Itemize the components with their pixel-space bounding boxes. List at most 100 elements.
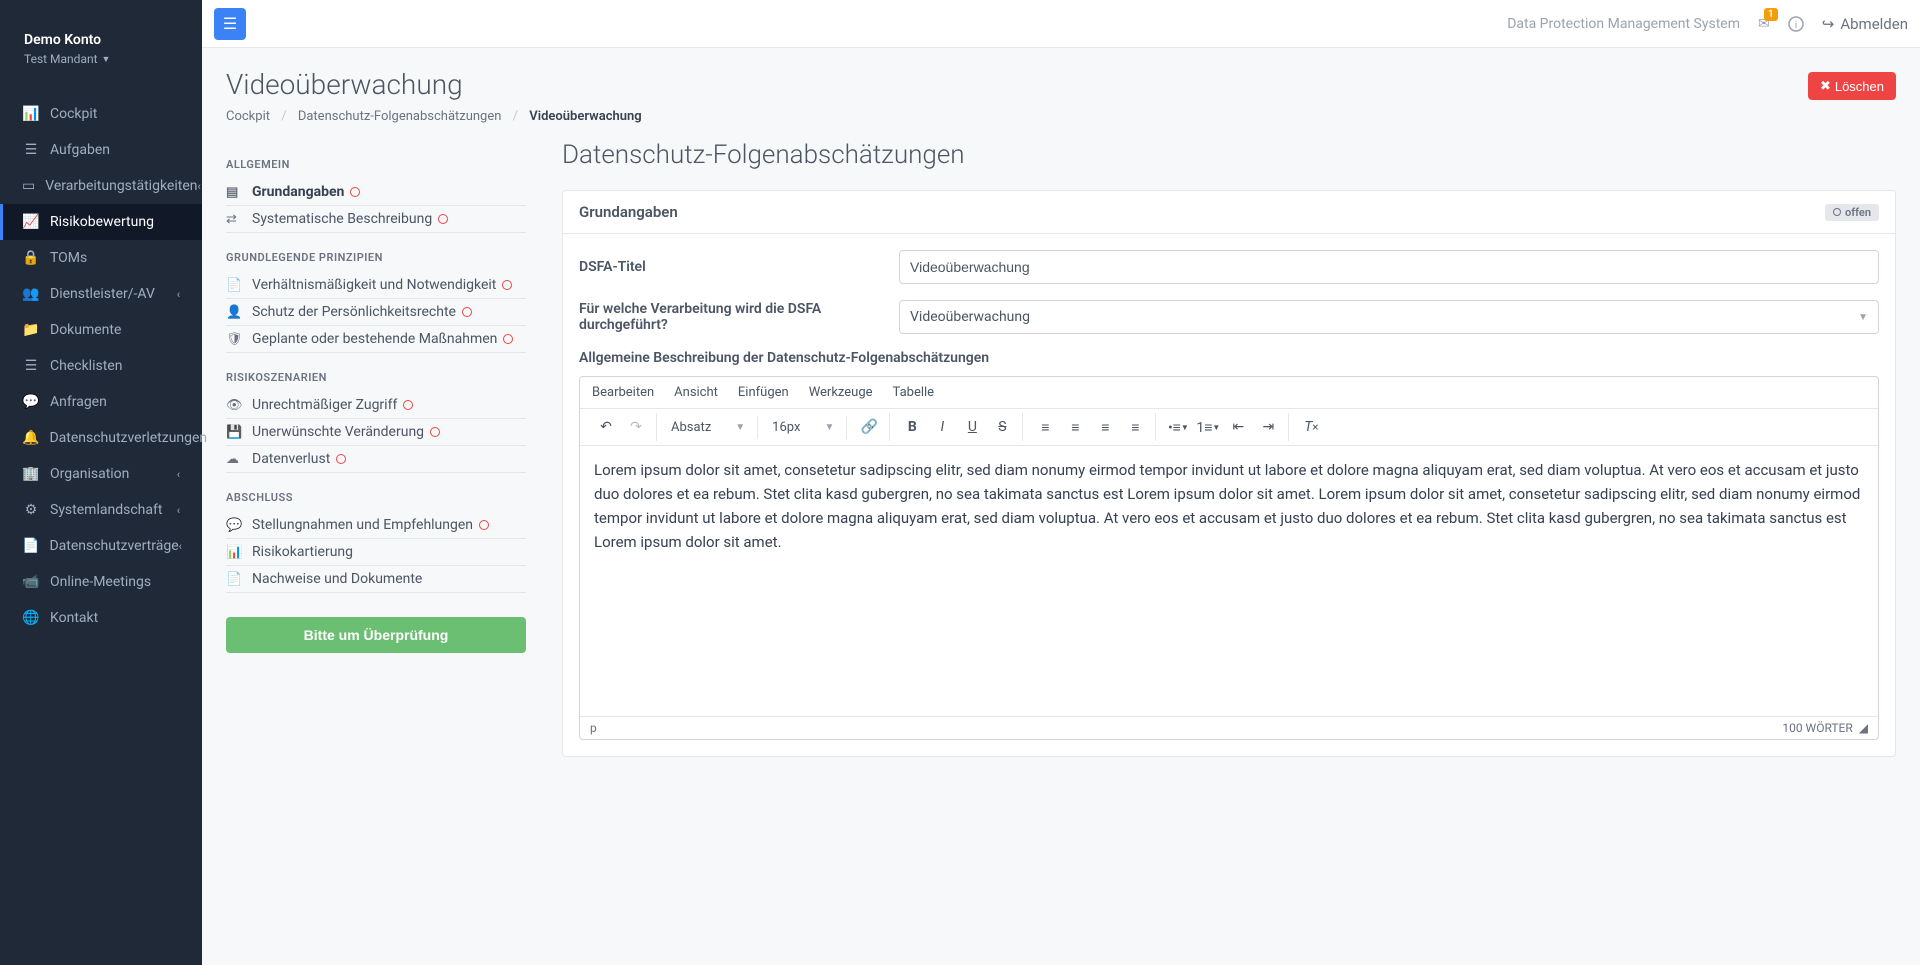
section-label: Systematische Beschreibung [252, 211, 432, 227]
link-button[interactable]: 🔗 [855, 413, 883, 441]
eye-icon: 👁 [226, 398, 244, 413]
chevron-left-icon: ‹ [177, 288, 180, 301]
section-item-unerwuenscht[interactable]: 💾Unerwünschte Veränderung [226, 419, 526, 446]
nav-toms[interactable]: 🔒TOMs [0, 240, 202, 276]
menu-ansicht[interactable]: Ansicht [674, 385, 718, 400]
menu-tabelle[interactable]: Tabelle [893, 385, 935, 400]
delete-button[interactable]: ✖ Löschen [1808, 72, 1896, 100]
align-center-button[interactable]: ≡ [1061, 413, 1089, 441]
nav-label: Cockpit [50, 106, 97, 122]
breadcrumb: Cockpit / Datenschutz-Folgenabschätzunge… [226, 109, 642, 124]
nav-aufgaben[interactable]: ☰ Aufgaben [0, 132, 202, 168]
nav-kontakt[interactable]: 🌐Kontakt [0, 600, 202, 636]
dsfa-title-input[interactable] [899, 250, 1879, 284]
nav-dokumente[interactable]: 📁Dokumente [0, 312, 202, 348]
request-review-button[interactable]: Bitte um Überprüfung [226, 617, 526, 653]
section-label: Risikokartierung [252, 544, 353, 560]
section-item-schutz[interactable]: 👤Schutz der Persönlichkeitsrechte [226, 299, 526, 326]
system-name: Data Protection Management System [1507, 16, 1740, 32]
indent-button[interactable]: ⇥ [1254, 413, 1282, 441]
nav-checklisten[interactable]: ☰Checklisten [0, 348, 202, 384]
outdent-button[interactable]: ⇤ [1224, 413, 1252, 441]
align-justify-button[interactable]: ≡ [1121, 413, 1149, 441]
messages-button[interactable]: ✉ 1 [1758, 16, 1770, 32]
nav-dienstleister[interactable]: 👥 Dienstleister/-AV ‹ [0, 276, 202, 312]
status-indicator-icon [350, 187, 360, 197]
form-title: Datenschutz-Folgenabschätzungen [562, 140, 1896, 170]
nav-organisation[interactable]: 🏢Organisation‹ [0, 456, 202, 492]
panel-header: Grundangaben offen [563, 191, 1895, 234]
format-select[interactable]: Absatz▼ [665, 416, 751, 439]
bold-button[interactable]: B [898, 413, 926, 441]
section-label: Schutz der Persönlichkeitsrechte [252, 304, 456, 320]
section-header: ABSCHLUSS [226, 491, 526, 504]
menu-werkzeuge[interactable]: Werkzeuge [809, 385, 873, 400]
save-icon: 💾 [226, 425, 244, 440]
close-icon: ✖ [1820, 78, 1831, 94]
nav-label: Aufgaben [50, 142, 110, 158]
user-tenant[interactable]: Test Mandant ▼ [24, 52, 178, 66]
toggle-sidebar-button[interactable]: ☰ [214, 8, 246, 40]
nav-meetings[interactable]: 📹Online-Meetings [0, 564, 202, 600]
strikethrough-button[interactable]: S [988, 413, 1016, 441]
bullet-list-button[interactable]: •≡▼ [1164, 413, 1192, 441]
align-right-button[interactable]: ≡ [1091, 413, 1119, 441]
users-icon: 👥 [22, 286, 40, 302]
editor-content[interactable]: Lorem ipsum dolor sit amet, consetetur s… [580, 446, 1878, 716]
main-nav: 📊Cockpit ☰ Aufgaben ▭Verarbeitungstätigke… [0, 86, 202, 636]
nav-systemlandschaft[interactable]: ⚙Systemlandschaft‹ [0, 492, 202, 528]
nav-label: Dienstleister/-AV [50, 286, 155, 302]
nav-verarbeitung[interactable]: ▭Verarbeitungstätigkeiten‹ [0, 168, 202, 204]
section-nav: ALLGEMEIN ▤Grundangaben ⇄Systematische B… [226, 140, 526, 941]
nav-cockpit[interactable]: 📊Cockpit [0, 96, 202, 132]
nav-vertraege[interactable]: 📄Datenschutzverträge‹ [0, 528, 202, 564]
italic-button[interactable]: I [928, 413, 956, 441]
user-block: Demo Konto Test Mandant ▼ [0, 0, 202, 86]
nav-risikobewertung[interactable]: 📈Risikobewertung [0, 204, 202, 240]
underline-button[interactable]: U [958, 413, 986, 441]
editor-path: p [590, 721, 597, 735]
verarbeitung-select[interactable]: Videoüberwachung ▼ [899, 300, 1879, 334]
breadcrumb-item[interactable]: Datenschutz-Folgenabschätzungen [298, 109, 502, 124]
section-item-unrechtmaessig[interactable]: 👁Unrechtmäßiger Zugriff [226, 392, 526, 419]
chevron-left-icon: ‹ [177, 504, 180, 517]
nav-label: Checklisten [50, 358, 122, 374]
info-button[interactable]: i [1788, 16, 1804, 32]
menu-einfuegen[interactable]: Einfügen [738, 385, 789, 400]
menu-bearbeiten[interactable]: Bearbeiten [592, 385, 654, 400]
logout-button[interactable]: ↪ Abmelden [1822, 15, 1908, 33]
section-item-grundangaben[interactable]: ▤Grundangaben [226, 179, 526, 206]
nav-verletzungen[interactable]: 🔔Datenschutzverletzungen [0, 420, 202, 456]
tasks-icon: ☰ [22, 142, 40, 158]
resize-handle-icon[interactable]: ◢ [1859, 721, 1868, 735]
undo-button[interactable]: ↶ [592, 413, 620, 441]
dsfa-title-label: DSFA-Titel [579, 259, 899, 275]
logout-label: Abmelden [1840, 15, 1908, 33]
redo-button[interactable]: ↷ [622, 413, 650, 441]
clear-format-button[interactable]: T× [1297, 413, 1325, 441]
message-count-badge: 1 [1764, 8, 1778, 21]
section-item-stellungnahmen[interactable]: 💬Stellungnahmen und Empfehlungen [226, 512, 526, 539]
section-label: Geplante oder bestehende Maßnahmen [252, 331, 497, 347]
status-indicator-icon [503, 334, 513, 344]
fontsize-select[interactable]: 16px▼ [766, 416, 840, 439]
nav-label: Dokumente [50, 322, 121, 338]
shield-check-icon: 🛡 [226, 332, 244, 347]
delete-label: Löschen [1835, 79, 1884, 94]
number-list-button[interactable]: 1≡▼ [1194, 413, 1222, 441]
nav-anfragen[interactable]: 💬Anfragen [0, 384, 202, 420]
breadcrumb-item[interactable]: Cockpit [226, 109, 270, 124]
section-item-datenverlust[interactable]: ☁Datenverlust [226, 446, 526, 473]
align-left-button[interactable]: ≡ [1031, 413, 1059, 441]
chart-icon: 📊 [226, 545, 244, 560]
caret-down-icon: ▼ [1858, 312, 1868, 323]
caret-down-icon: ▼ [735, 422, 745, 433]
section-item-geplante[interactable]: 🛡 Geplante oder bestehende Maßnahmen [226, 326, 526, 353]
section-item-systematische[interactable]: ⇄Systematische Beschreibung [226, 206, 526, 233]
chart-line-icon: 📈 [22, 214, 40, 230]
chevron-left-icon: ‹ [197, 180, 200, 193]
svg-text:i: i [1795, 20, 1797, 31]
section-item-risikokartierung[interactable]: 📊 Risikokartierung [226, 539, 526, 566]
section-item-nachweise[interactable]: 📄Nachweise und Dokumente [226, 566, 526, 593]
section-item-verhaeltnis[interactable]: 📄Verhältnismäßigkeit und Notwendigkeit [226, 272, 526, 299]
